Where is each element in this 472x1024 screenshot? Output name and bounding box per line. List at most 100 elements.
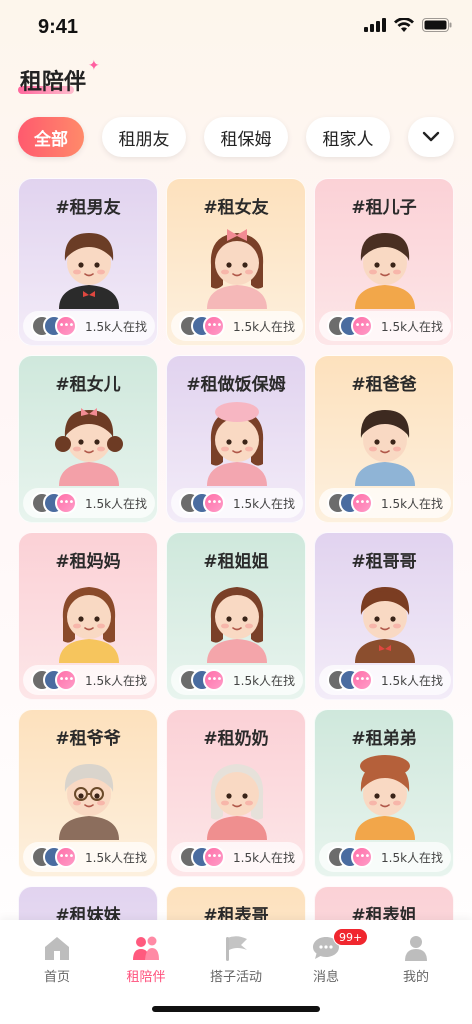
unread-badge: 99+ <box>333 928 369 946</box>
user-avatar-stack: ••• <box>327 492 381 514</box>
category-card[interactable]: #租儿子 ••• 1.5k人在找 <box>314 178 454 346</box>
category-card[interactable]: #租哥哥 ••• 1.5k人在找 <box>314 532 454 700</box>
filter-chip-family[interactable]: 租家人 <box>306 117 390 157</box>
more-icon: ••• <box>55 315 77 337</box>
user-avatar-stack: ••• <box>31 846 85 868</box>
status-icons <box>364 18 452 32</box>
tab-messages-label: 消息 <box>312 970 339 985</box>
category-card[interactable]: #租男友 ••• 1.5k人在找 <box>18 178 158 346</box>
category-card[interactable]: #租弟弟 ••• 1.5k人在找 <box>314 709 454 877</box>
filter-chip-nanny[interactable]: 租保姆 <box>204 117 288 157</box>
searching-count: 1.5k人在找 <box>233 496 296 511</box>
category-card[interactable]: #租爸爸 ••• 1.5k人在找 <box>314 355 454 523</box>
character-avatar <box>345 398 425 486</box>
category-card[interactable]: #租爷爷 ••• 1.5k人在找 <box>18 709 158 877</box>
searching-count: 1.5k人在找 <box>381 850 444 865</box>
card-footer: ••• 1.5k人在找 <box>171 311 303 341</box>
more-icon: ••• <box>55 669 77 691</box>
searching-count: 1.5k人在找 <box>85 673 148 688</box>
home-icon <box>45 937 69 960</box>
category-card[interactable]: #租妈妈 ••• 1.5k人在找 <box>18 532 158 700</box>
character-avatar <box>345 752 425 840</box>
companion-icon <box>133 936 159 960</box>
searching-count: 1.5k人在找 <box>381 496 444 511</box>
sparkle-icon: ✦ <box>88 58 100 74</box>
flag-icon <box>226 936 247 961</box>
user-avatar-stack: ••• <box>327 669 381 691</box>
expand-filters-button[interactable] <box>408 117 454 157</box>
character-avatar <box>49 398 129 486</box>
card-title: #租爸爸 <box>351 375 417 395</box>
card-footer: ••• 1.5k人在找 <box>171 665 303 695</box>
category-card[interactable]: #租女友 ••• 1.5k人在找 <box>166 178 306 346</box>
tab-profile-label: 我的 <box>402 970 429 985</box>
card-footer: ••• 1.5k人在找 <box>23 488 155 518</box>
home-indicator <box>152 1006 320 1012</box>
tab-profile[interactable]: 我的 <box>371 934 461 985</box>
card-footer: ••• 1.5k人在找 <box>319 488 451 518</box>
searching-count: 1.5k人在找 <box>233 673 296 688</box>
more-icon: ••• <box>351 315 373 337</box>
category-card[interactable]: #租女儿 ••• 1.5k人在找 <box>18 355 158 523</box>
category-card[interactable]: #租奶奶 ••• 1.5k人在找 <box>166 709 306 877</box>
card-title: #租姐姐 <box>203 552 269 572</box>
user-avatar-stack: ••• <box>179 669 233 691</box>
user-avatar-stack: ••• <box>31 315 85 337</box>
card-title: #租爷爷 <box>55 729 121 749</box>
character-avatar <box>49 575 129 663</box>
character-avatar <box>49 752 129 840</box>
card-footer: ••• 1.5k人在找 <box>23 842 155 872</box>
signal-icon <box>364 18 386 32</box>
user-avatar-stack: ••• <box>327 315 381 337</box>
card-footer: ••• 1.5k人在找 <box>171 488 303 518</box>
character-avatar <box>345 221 425 309</box>
tab-companion[interactable]: 租陪伴 <box>101 934 191 985</box>
category-card[interactable]: #租姐姐 ••• 1.5k人在找 <box>166 532 306 700</box>
character-avatar <box>197 398 277 486</box>
user-avatar-stack: ••• <box>179 492 233 514</box>
user-avatar-stack: ••• <box>31 492 85 514</box>
more-icon: ••• <box>203 846 225 868</box>
more-icon: ••• <box>351 669 373 691</box>
card-title: #租奶奶 <box>203 729 269 749</box>
card-title: #租男友 <box>55 198 121 218</box>
card-title: #租弟弟 <box>351 729 417 749</box>
more-icon: ••• <box>203 315 225 337</box>
searching-count: 1.5k人在找 <box>233 850 296 865</box>
chevron-down-icon <box>422 131 440 142</box>
searching-count: 1.5k人在找 <box>233 319 296 334</box>
tab-home[interactable]: 首页 <box>12 934 102 985</box>
searching-count: 1.5k人在找 <box>381 673 444 688</box>
card-footer: ••• 1.5k人在找 <box>319 665 451 695</box>
more-icon: ••• <box>55 492 77 514</box>
character-avatar <box>197 752 277 840</box>
category-card[interactable]: #租做饭保姆 ••• 1.5k人在找 <box>166 355 306 523</box>
user-avatar-stack: ••• <box>179 315 233 337</box>
card-footer: ••• 1.5k人在找 <box>171 842 303 872</box>
searching-count: 1.5k人在找 <box>381 319 444 334</box>
tab-messages[interactable]: 99+ 消息 <box>281 928 371 985</box>
card-title: #租女儿 <box>55 375 121 395</box>
filter-chip-friend[interactable]: 租朋友 <box>102 117 186 157</box>
character-avatar <box>49 221 129 309</box>
filter-chip-all[interactable]: 全部 <box>18 117 84 157</box>
tab-activities[interactable]: 搭子活动 <box>191 934 281 985</box>
tab-home-label: 首页 <box>43 970 70 985</box>
card-title: #租女友 <box>203 198 269 218</box>
user-avatar-stack: ••• <box>327 846 381 868</box>
card-footer: ••• 1.5k人在找 <box>23 665 155 695</box>
card-title: #租妈妈 <box>55 552 121 572</box>
status-bar: 9:41 <box>0 0 472 56</box>
tab-activities-label: 搭子活动 <box>209 970 262 985</box>
searching-count: 1.5k人在找 <box>85 496 148 511</box>
character-avatar <box>345 575 425 663</box>
category-filter-row: 全部 租朋友 租保姆 租家人 <box>18 117 472 159</box>
tab-companion-label: 租陪伴 <box>126 970 166 985</box>
searching-count: 1.5k人在找 <box>85 850 148 865</box>
card-footer: ••• 1.5k人在找 <box>319 311 451 341</box>
user-avatar-stack: ••• <box>31 669 85 691</box>
character-avatar <box>197 575 277 663</box>
card-footer: ••• 1.5k人在找 <box>319 842 451 872</box>
more-icon: ••• <box>203 492 225 514</box>
searching-count: 1.5k人在找 <box>85 319 148 334</box>
